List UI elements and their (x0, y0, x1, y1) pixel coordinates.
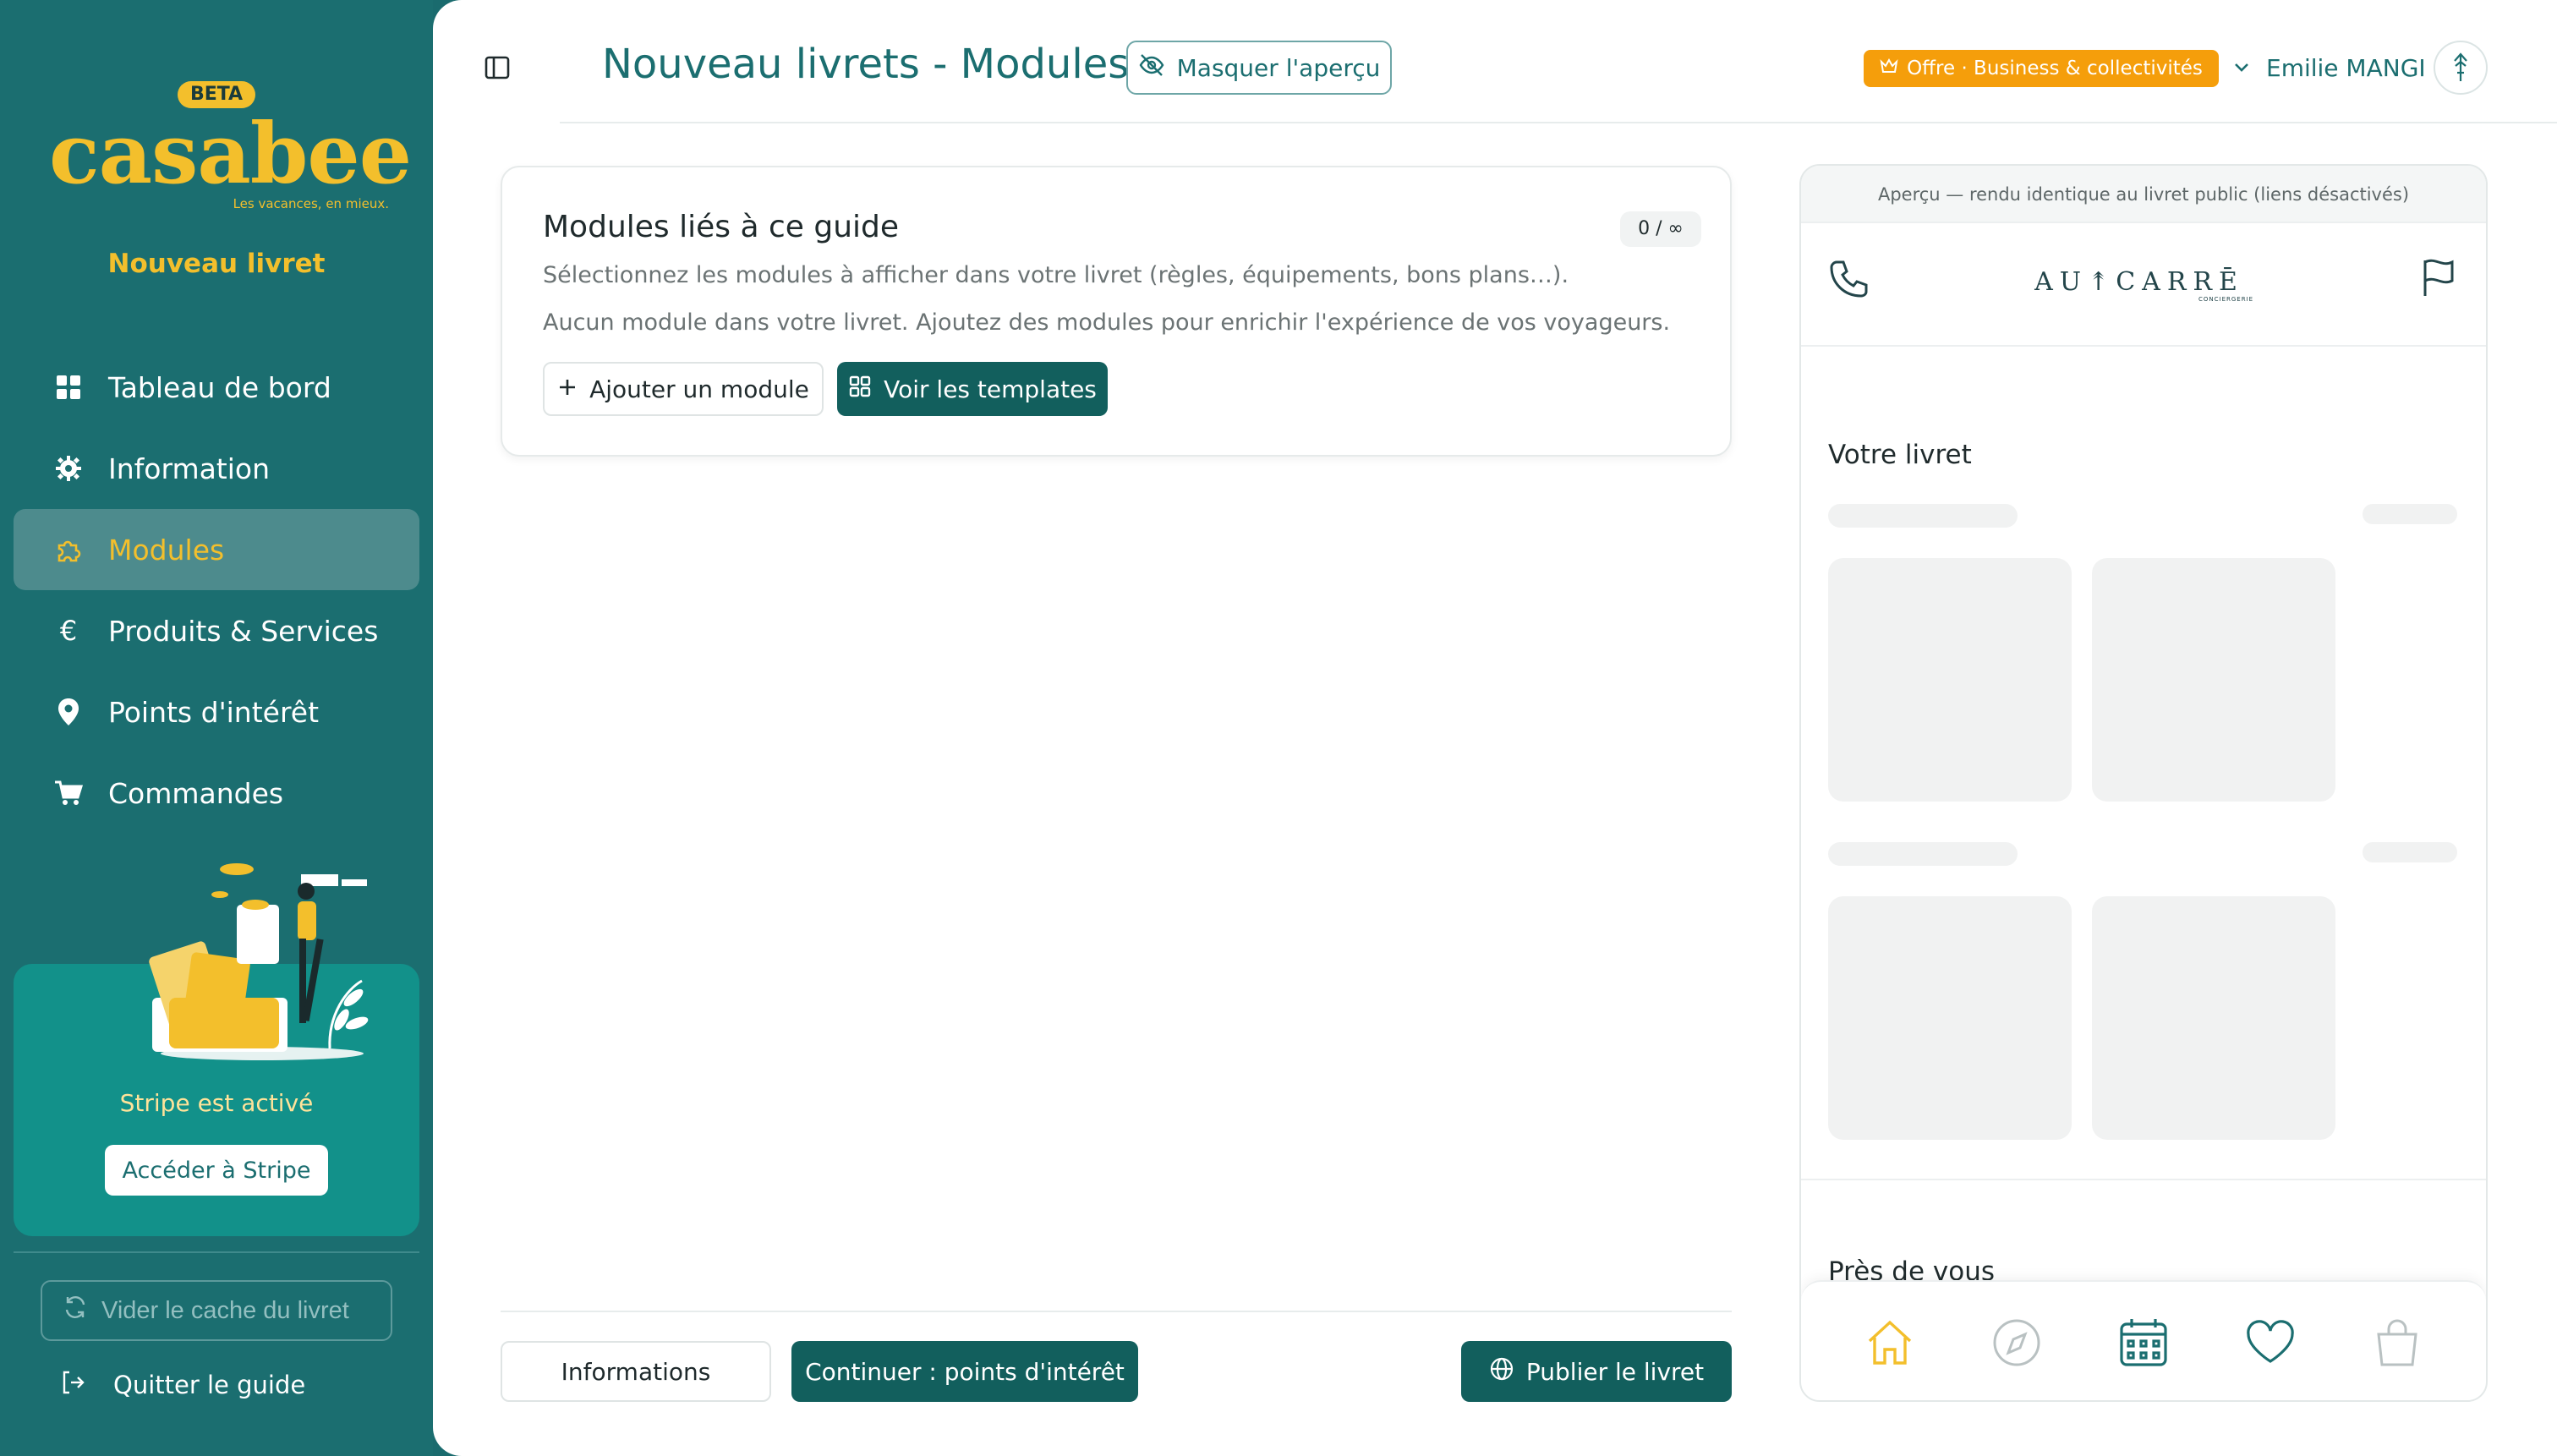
sidebar-toggle-icon[interactable] (484, 54, 511, 81)
logout-icon (59, 1369, 86, 1402)
refresh-icon (63, 1295, 88, 1327)
sidebar-item-modules[interactable]: Modules (14, 509, 419, 590)
sidebar-divider (14, 1251, 419, 1253)
sidebar-item-dashboard[interactable]: Tableau de bord (14, 347, 419, 428)
modules-empty-state: Aucun module dans votre livret. Ajoutez … (543, 309, 1671, 336)
sidebar-item-label: Tableau de bord (108, 370, 331, 404)
skeleton-card (2092, 558, 2335, 802)
calendar-icon (2113, 1312, 2174, 1373)
phone-icon (1826, 257, 1870, 301)
quit-guide-link[interactable]: Quitter le guide (59, 1361, 305, 1409)
logo-tagline: Les vacances, en mieux. (233, 196, 389, 211)
sidebar-item-orders[interactable]: Commandes (14, 753, 419, 834)
globe-icon (1489, 1356, 1514, 1388)
modules-counter: 0 / ∞ (1620, 211, 1701, 247)
preview-section-title: Votre livret (1828, 440, 1972, 470)
hide-preview-label: Masquer l'aperçu (1176, 53, 1381, 82)
user-menu[interactable]: Emilie MANGI (2232, 49, 2426, 86)
skeleton-card (2092, 896, 2335, 1140)
add-module-button[interactable]: Ajouter un module (543, 362, 824, 416)
eye-off-icon (1138, 52, 1165, 85)
sidebar-item-label: Information (108, 452, 271, 485)
clear-cache-button[interactable]: Vider le cache du livret (41, 1280, 392, 1341)
skeleton-card (1828, 896, 2072, 1140)
booklet-preview: Aperçu — rendu identique au livret publi… (1799, 164, 2488, 1402)
skeleton-line (2363, 504, 2457, 524)
map-pin-icon (52, 696, 85, 728)
heart-icon (2240, 1312, 2301, 1373)
skeleton-line (2363, 842, 2457, 862)
preview-brand-logo: AU↟CARRĒ (2034, 267, 2244, 297)
sidebar-item-label: Modules (108, 533, 225, 567)
casabee-logo[interactable]: casabee (49, 108, 412, 201)
informations-button[interactable]: Informations (501, 1341, 771, 1402)
skeleton-line (1828, 842, 2018, 866)
publish-button[interactable]: Publier le livret (1461, 1341, 1732, 1402)
stripe-status: Stripe est activé (119, 1089, 314, 1117)
crown-icon (1880, 57, 1898, 79)
skeleton-line (1828, 504, 2018, 528)
sidebar-item-products[interactable]: € Produits & Services (14, 590, 419, 671)
header-divider (560, 122, 2557, 123)
modules-card: Modules liés à ce guide 0 / ∞ Sélectionn… (501, 166, 1732, 457)
skeleton-card (1828, 558, 2072, 802)
home-icon (1859, 1312, 1920, 1373)
see-templates-button[interactable]: Voir les templates (837, 362, 1108, 416)
sidebar-item-label: Produits & Services (108, 614, 379, 648)
stripe-access-button[interactable]: Accéder à Stripe (105, 1145, 328, 1196)
preview-header: AU↟CARRĒ CONCIERGERIE (1801, 225, 2486, 347)
offer-badge[interactable]: Offre · Business & collectivités (1864, 50, 2219, 87)
avatar[interactable] (2434, 41, 2488, 95)
flag-icon (2417, 255, 2461, 299)
modules-card-subtitle: Sélectionnez les modules à afficher dans… (543, 262, 1569, 288)
preview-divider (1801, 1179, 2486, 1180)
shopping-bag-icon (2367, 1312, 2428, 1373)
plus-icon (557, 375, 578, 403)
payment-illustration (135, 854, 381, 1065)
offer-label: Offre · Business & collectivités (1907, 57, 2203, 79)
grid-icon (52, 371, 85, 403)
preview-bottom-nav (1801, 1280, 2486, 1400)
current-book-name: Nouveau livret (107, 249, 326, 279)
sidebar-item-label: Commandes (108, 776, 284, 810)
top-bar: Nouveau livrets - Modules Masquer l'aper… (433, 0, 2557, 127)
preview-caption: Aperçu — rendu identique au livret publi… (1801, 166, 2486, 223)
beta-badge: BETA (178, 81, 255, 108)
sidebar-item-information[interactable]: Information (14, 428, 419, 509)
hide-preview-button[interactable]: Masquer l'aperçu (1126, 41, 1392, 95)
layout-grid-icon (848, 375, 872, 404)
main-content: Nouveau livrets - Modules Masquer l'aper… (433, 0, 2557, 1456)
sidebar-item-label: Points d'intérêt (108, 695, 320, 729)
continue-poi-button[interactable]: Continuer : points d'intérêt (791, 1341, 1138, 1402)
preview-brand-subtitle: CONCIERGERIE (2198, 296, 2254, 303)
quit-guide-label: Quitter le guide (113, 1371, 306, 1399)
modules-card-title: Modules liés à ce guide (543, 210, 900, 244)
sidebar: BETA casabee Les vacances, en mieux. Nou… (0, 0, 433, 1456)
cart-icon (52, 777, 85, 809)
chevron-down-icon (2232, 54, 2251, 82)
user-name: Emilie MANGI (2266, 53, 2426, 82)
clear-cache-label: Vider le cache du livret (101, 1296, 349, 1324)
euro-icon: € (59, 615, 78, 647)
sidebar-nav: Tableau de bord Information Modules € Pr… (14, 347, 419, 834)
sidebar-item-points-of-interest[interactable]: Points d'intérêt (14, 671, 419, 753)
see-templates-label: Voir les templates (884, 375, 1097, 403)
page-title: Nouveau livrets - Modules (602, 41, 1130, 88)
publish-label: Publier le livret (1525, 1357, 1705, 1386)
footer-divider (501, 1311, 1732, 1312)
gear-icon (52, 452, 85, 484)
compass-icon (1986, 1312, 2047, 1373)
add-module-label: Ajouter un module (589, 375, 809, 403)
puzzle-icon (52, 534, 85, 566)
